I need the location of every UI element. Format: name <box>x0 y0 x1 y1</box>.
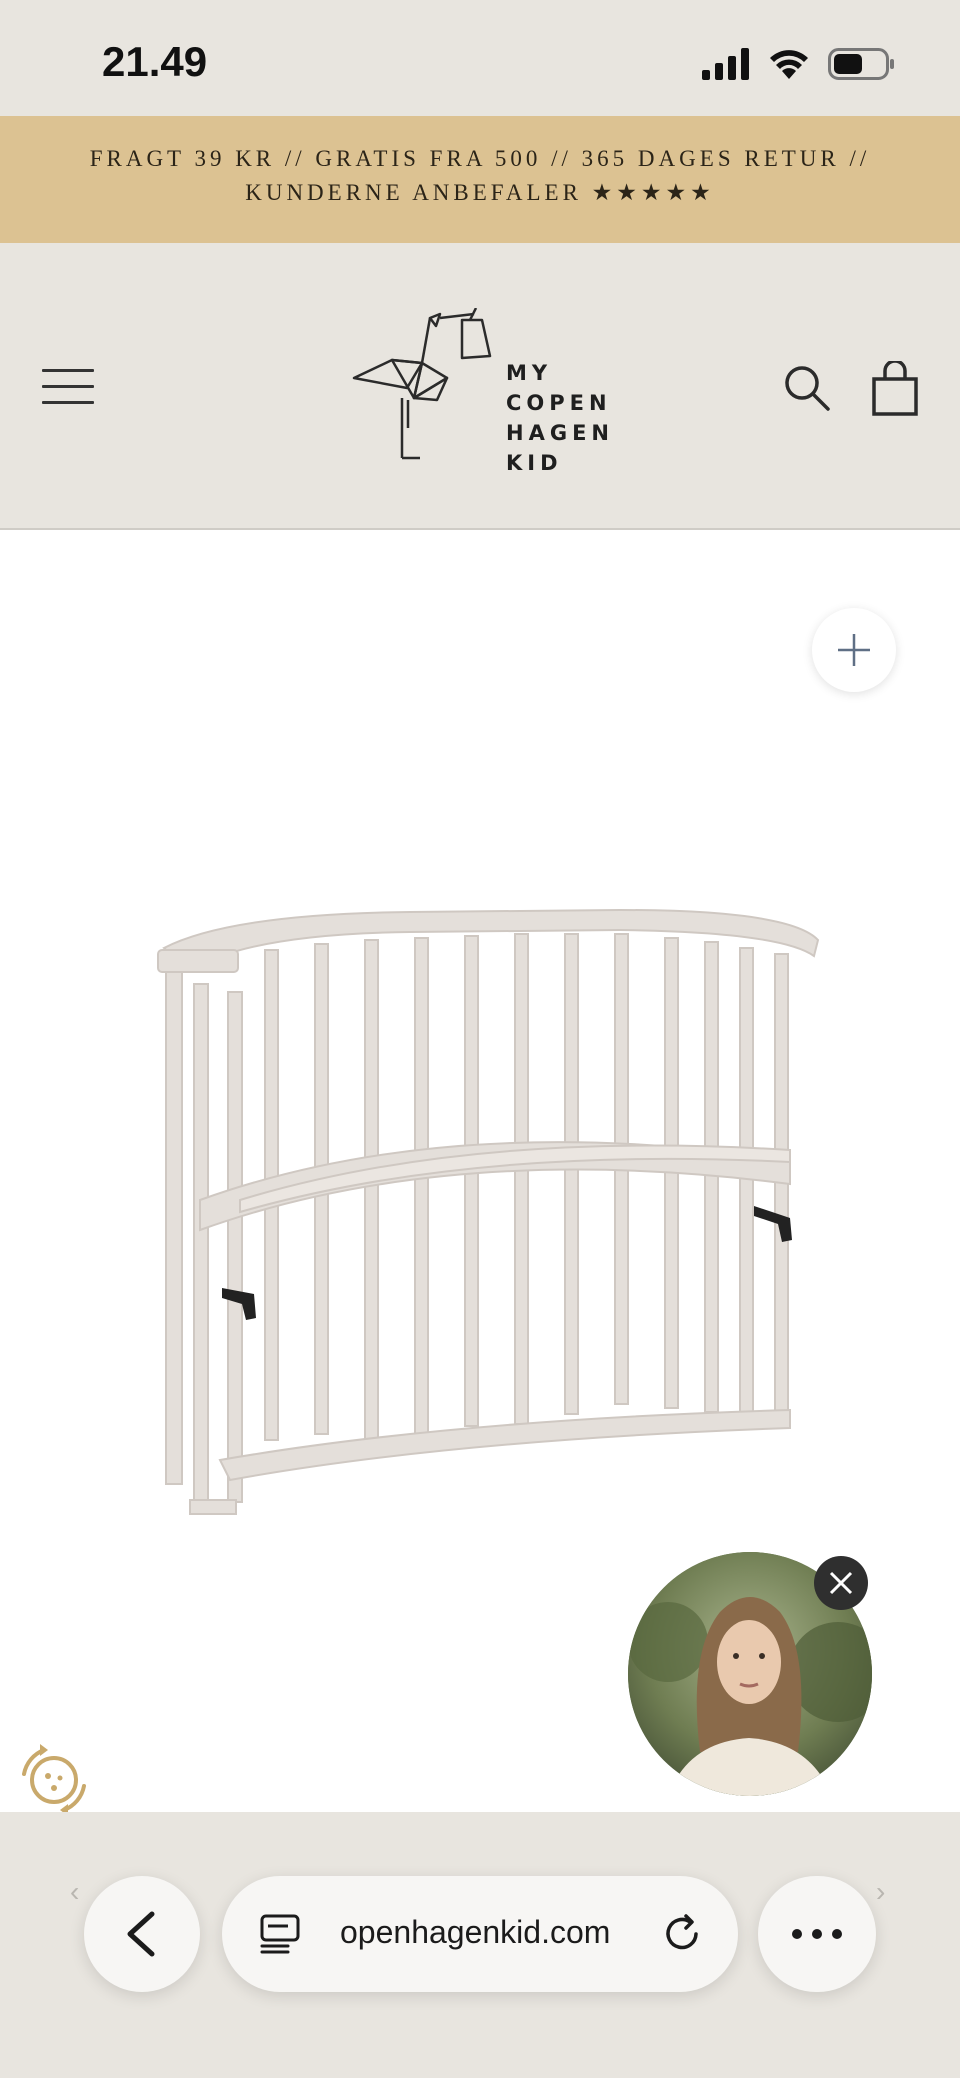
hamburger-icon-line <box>42 369 94 372</box>
logo-line: KID <box>506 451 563 475</box>
plus-icon <box>838 634 870 666</box>
search-button[interactable] <box>782 363 832 413</box>
browser-more-button[interactable] <box>758 1876 876 1992</box>
promo-banner: FRAGT 39 KR // GRATIS FRA 500 // 365 DAG… <box>0 116 960 243</box>
site-header: MY COPEN HAGEN KID <box>0 243 960 530</box>
status-bar: 21.49 <box>0 0 960 116</box>
reader-icon <box>260 1914 300 1954</box>
logo-text: MY COPEN HAGEN KID <box>506 358 614 478</box>
promo-line-2: KUNDERNE ANBEFALER ★★★★★ <box>245 180 715 205</box>
promo-line-1: FRAGT 39 KR // GRATIS FRA 500 // 365 DAG… <box>89 146 871 171</box>
more-icon <box>792 1929 842 1939</box>
video-close-button[interactable] <box>814 1556 868 1610</box>
address-bar[interactable]: openhagenkid.com <box>222 1876 738 1992</box>
chevron-left-icon <box>127 1911 155 1957</box>
hamburger-icon-line <box>42 385 94 388</box>
hamburger-icon-line <box>42 401 94 404</box>
stork-logo-icon <box>352 308 492 460</box>
close-icon <box>829 1571 853 1595</box>
signal-icon <box>702 48 749 80</box>
search-icon <box>785 366 830 411</box>
status-icons <box>702 44 896 84</box>
cart-button[interactable] <box>870 359 920 417</box>
url-text: openhagenkid.com <box>340 1914 611 1950</box>
status-time: 21.49 <box>102 38 208 85</box>
product-image-bedside-crib <box>157 908 820 1515</box>
shopping-bag-icon <box>872 359 918 416</box>
logo-line: COPEN <box>506 391 612 415</box>
zoom-button[interactable] <box>812 608 896 692</box>
browser-back-button[interactable] <box>84 1876 200 1992</box>
reload-icon[interactable] <box>660 1912 704 1956</box>
site-logo[interactable]: MY COPEN HAGEN KID <box>352 308 612 475</box>
menu-button[interactable] <box>42 369 94 405</box>
browser-toolbar: openhagenkid.com <box>0 1876 960 1996</box>
logo-line: MY <box>506 361 553 385</box>
battery-icon <box>828 48 894 80</box>
logo-line: HAGEN <box>506 421 614 445</box>
cookie-icon <box>22 1744 86 1816</box>
wifi-icon <box>770 50 808 79</box>
